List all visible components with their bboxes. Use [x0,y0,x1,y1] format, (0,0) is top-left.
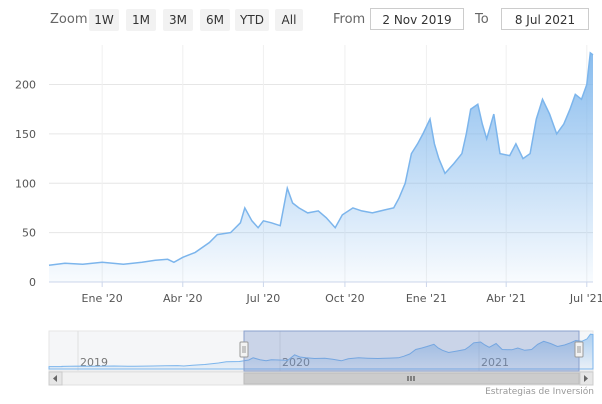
x-tick-label: Jul '20 [246,292,281,305]
x-tick-label: Abr '21 [486,292,526,305]
x-axis: Ene '20 Abr '20 Jul '20 Oct '20 Ene '21 Abr '… [49,281,602,305]
navigator[interactable]: 201920202021 [48,330,594,372]
price-area [49,52,593,283]
x-tick-label: Ene '20 [82,292,123,305]
y-tick-label: 50 [22,227,36,240]
x-tick-label: Ene '21 [406,292,447,305]
x-tick-label: Jul '21 [569,292,602,305]
credit-label: Estrategias de Inversión [485,387,594,397]
navigator-selected-range[interactable] [243,330,580,372]
y-tick-label: 150 [15,128,36,141]
y-tick-label: 200 [15,79,36,92]
y-axis: 0 50 100 150 200 [15,79,36,290]
navigator-left-handle[interactable] [239,341,249,358]
scrollbar[interactable] [48,371,594,386]
navigator-right-handle[interactable] [574,341,584,358]
stock-chart: 0 50 100 150 200 Ene '20 Abr '20 Jul '20 Oct '2… [15,45,602,386]
x-tick-label: Abr '20 [163,292,203,305]
y-tick-label: 0 [29,276,36,289]
y-tick-label: 100 [15,177,36,190]
x-tick-label: Oct '20 [325,292,365,305]
